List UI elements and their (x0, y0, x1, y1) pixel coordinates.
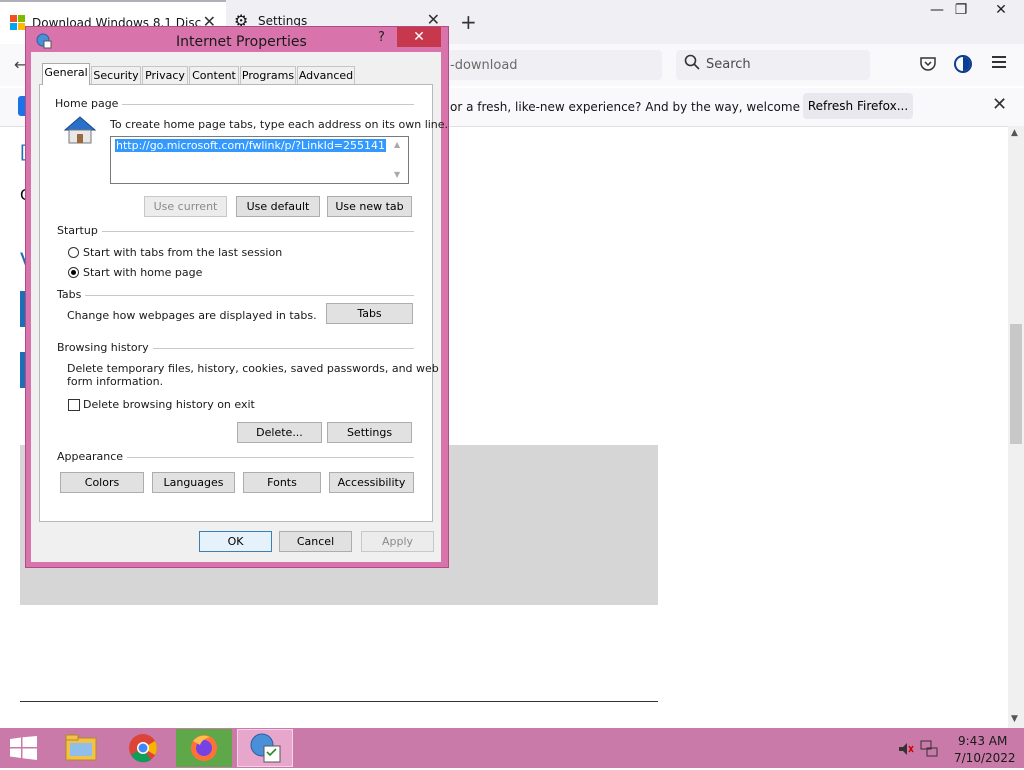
use-default-button[interactable]: Use default (236, 196, 320, 217)
browsing-history-group-label: Browsing history (57, 341, 153, 354)
tab-general[interactable]: General (42, 63, 90, 85)
tab-programs[interactable]: Programs (240, 66, 296, 84)
textarea-scroll-down-icon[interactable]: ▼ (394, 170, 400, 179)
home-page-group-label: Home page (55, 97, 123, 110)
scroll-down-icon[interactable]: ▼ (1011, 714, 1018, 724)
group-divider (60, 231, 414, 232)
scrollbar-thumb[interactable] (1010, 324, 1022, 444)
browsing-history-description: form information. (67, 375, 164, 388)
search-icon (684, 54, 700, 73)
volume-muted-icon[interactable] (898, 742, 914, 759)
close-notification-icon[interactable]: ✕ (992, 94, 1007, 115)
startup-group-label: Startup (57, 224, 102, 237)
restore-button[interactable]: ❐ (946, 2, 976, 22)
network-icon[interactable] (920, 740, 938, 761)
notification-message: or a fresh, like-new experience? And by … (450, 100, 838, 114)
use-new-tab-button[interactable]: Use new tab (327, 196, 412, 217)
home-page-url: http://go.microsoft.com/fwlink/p/?LinkId… (115, 139, 387, 152)
internet-options-icon (36, 33, 52, 52)
menu-icon[interactable] (992, 56, 1006, 71)
delete-on-exit-label: Delete browsing history on exit (83, 398, 255, 411)
tabs-settings-button[interactable]: Tabs (326, 303, 413, 324)
delete-button[interactable]: Delete... (237, 422, 322, 443)
tabs-description: Change how webpages are displayed in tab… (67, 309, 317, 322)
startup-option-label: Start with tabs from the last session (83, 246, 283, 259)
chrome-icon[interactable] (115, 729, 171, 767)
ok-button[interactable]: OK (199, 531, 272, 552)
clock-date[interactable]: 7/10/2022 (954, 751, 1016, 765)
pocket-icon[interactable] (920, 56, 936, 74)
page-divider (20, 701, 658, 702)
internet-options-icon[interactable] (237, 729, 293, 767)
home-icon (63, 115, 97, 148)
group-divider (60, 295, 414, 296)
start-icon[interactable] (10, 736, 38, 763)
startup-option-label: Start with home page (83, 266, 203, 279)
startup-last-session-radio[interactable] (68, 247, 79, 258)
refresh-firefox-button[interactable]: Refresh Firefox... (803, 93, 913, 119)
dialog-title: Internet Properties (176, 34, 307, 50)
delete-on-exit-checkbox[interactable] (68, 399, 80, 411)
accessibility-button[interactable]: Accessibility (329, 472, 414, 493)
tab-content[interactable]: Content (189, 66, 239, 84)
browsing-history-description: Delete temporary files, history, cookies… (67, 362, 439, 375)
startup-home-page-radio[interactable] (68, 267, 79, 278)
fonts-button[interactable]: Fonts (243, 472, 321, 493)
help-button[interactable]: ? (378, 30, 385, 45)
new-tab-button[interactable]: + (460, 10, 477, 34)
use-current-button[interactable]: Use current (144, 196, 227, 217)
cancel-button[interactable]: Cancel (279, 531, 352, 552)
close-window-button[interactable]: ✕ (986, 2, 1016, 22)
windows-logo-icon (10, 15, 26, 31)
clock-time[interactable]: 9:43 AM (958, 734, 1007, 748)
tabs-group-label: Tabs (57, 288, 86, 301)
search-placeholder: Search (706, 57, 751, 72)
history-settings-button[interactable]: Settings (327, 422, 412, 443)
tab-advanced[interactable]: Advanced (297, 66, 355, 84)
colors-button[interactable]: Colors (60, 472, 144, 493)
tab-privacy[interactable]: Privacy (142, 66, 188, 84)
languages-button[interactable]: Languages (152, 472, 235, 493)
home-page-instruction: To create home page tabs, type each addr… (110, 118, 449, 131)
apply-button[interactable]: Apply (361, 531, 434, 552)
scroll-up-icon[interactable]: ▲ (1011, 128, 1018, 138)
file-explorer-icon[interactable] (54, 729, 110, 767)
appearance-group-label: Appearance (57, 450, 128, 463)
tab-security[interactable]: Security (91, 66, 141, 84)
textarea-scroll-up-icon[interactable]: ▲ (394, 140, 400, 149)
account-icon[interactable] (954, 55, 972, 76)
url-text: -download (450, 58, 518, 73)
firefox-icon[interactable] (176, 729, 232, 767)
dialog-close-button[interactable]: ✕ (397, 27, 441, 47)
